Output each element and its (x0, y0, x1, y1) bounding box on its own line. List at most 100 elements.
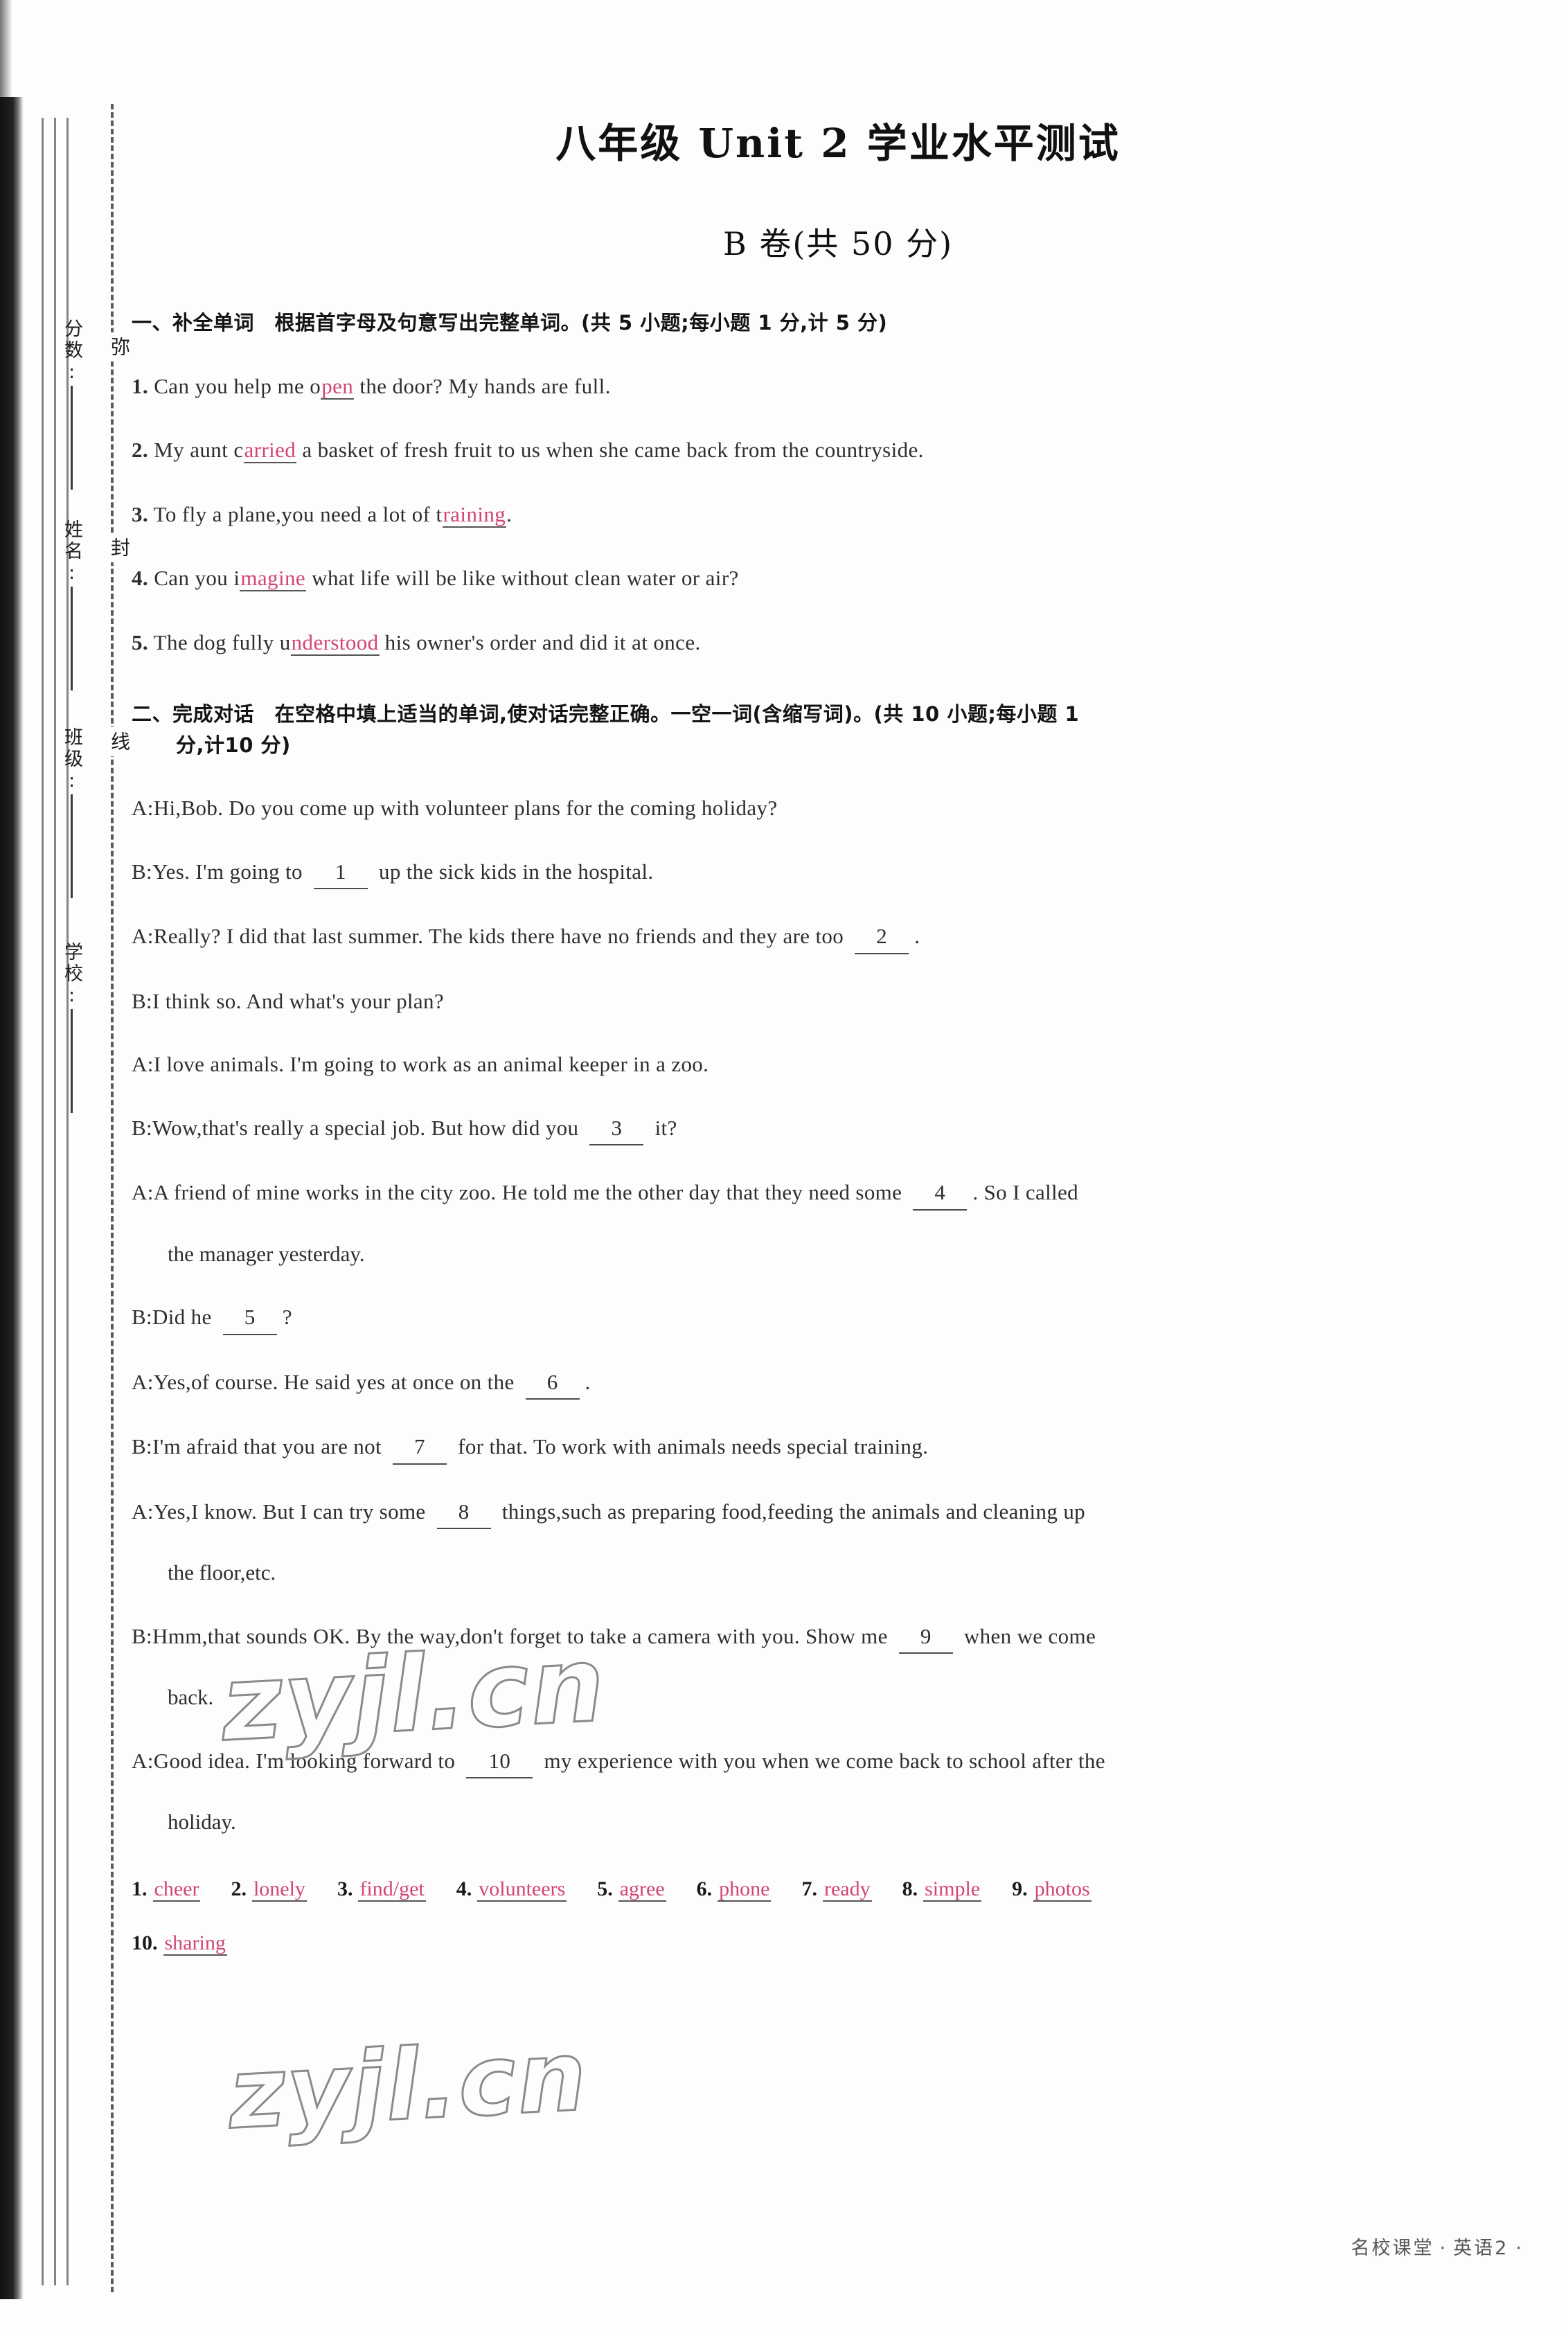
dialogue-line-1: B:Yes. I'm going to 1 up the sick kids i… (132, 856, 1544, 890)
question-4: 4. Can you imagine what life will be lik… (132, 562, 1544, 595)
question-3-text-before: To fly a plane,you need a lot of t (153, 501, 443, 526)
dialogue-line-0: A:Hi,Bob. Do you come up with volunteer … (132, 792, 1544, 825)
section-2-heading-main: 二、完成对话 在空格中填上适当的单词,使对话完整正确。一空一词(含缩写词)。(共… (132, 702, 1080, 726)
dialogue-line-7: B:Did he 5? (132, 1301, 1544, 1335)
answer-key-number-8: 8. (902, 1877, 918, 1900)
dialogue-text-6-post: . So I called (972, 1180, 1078, 1205)
question-3-answer: raining (442, 501, 507, 528)
question-1: 1. Can you help me open the door? My han… (132, 371, 1544, 403)
dialogue-line-5: B:Wow,that's really a special job. But h… (132, 1112, 1544, 1146)
question-4-text-after: what life will be like without clean wat… (306, 566, 739, 591)
dialogue-line-8: A:Yes,of course. He said yes at once on … (132, 1366, 1544, 1400)
question-3-number: 3. (132, 501, 149, 526)
dialogue-line-11: B:Hmm,that sounds OK. By the way,don't f… (132, 1621, 1544, 1654)
answer-key-value-7: ready (822, 1877, 872, 1902)
answer-key-value-6: phone (718, 1877, 772, 1902)
answer-key-item-3: 3. find/get (337, 1877, 426, 1902)
dialogue-text-9-post: for that. To work with animals needs spe… (452, 1434, 929, 1459)
dialogue-blank-8[interactable]: 8 (436, 1496, 491, 1530)
seal-word-mi: 弥 (105, 332, 133, 362)
answer-key-number-2: 2. (231, 1877, 247, 1900)
dialogue-text-9-pre: I'm afraid that you are not (152, 1434, 388, 1459)
question-4-text-before: Can you i (154, 566, 240, 591)
dialogue-text-3-pre: I think so. And what's your plan? (152, 988, 444, 1013)
dialogue-speaker-3: B: (132, 988, 152, 1013)
content-column: 八年级 Unit 2 学业水平测试 B 卷(共 50 分) 一、补全单词 根据首… (132, 0, 1544, 2329)
dialogue-speaker-9: B: (132, 1434, 152, 1459)
footer-brand: 名校课堂 (1351, 2238, 1434, 2259)
dialogue-text-0-pre: Hi,Bob. Do you come up with volunteer pl… (153, 796, 778, 821)
question-3: 3. To fly a plane,you need a lot of trai… (132, 499, 1544, 531)
answer-key-value-4: volunteers (477, 1877, 567, 1902)
dialogue-blank-1[interactable]: 1 (313, 856, 368, 890)
dialogue-speaker-6: A: (132, 1180, 154, 1205)
dialogue-line-12: A:Good idea. I'm looking forward to 10 m… (132, 1745, 1544, 1779)
dialogue-text-5-post: it? (649, 1115, 677, 1140)
margin-field-school-label: 学校: (61, 942, 82, 1009)
question-1-text-before: Can you help me o (154, 373, 321, 398)
question-5-number: 5. (132, 630, 149, 654)
margin-field-class-blank (71, 794, 73, 898)
footer-page-marker: · (1515, 2238, 1524, 2259)
dialogue-text-1-pre: Yes. I'm going to (152, 859, 308, 884)
answer-key-number-4: 4. (456, 1877, 472, 1900)
page-footer: 名校课堂 · 英语2 · (1351, 2233, 1524, 2260)
question-3-text-after: . (506, 501, 513, 526)
dialogue-text-12-post: my experience with you when we come back… (538, 1748, 1105, 1773)
section-2-heading: 二、完成对话 在空格中填上适当的单词,使对话完整正确。一空一词(含缩写词)。(共… (132, 699, 1544, 761)
dialogue-text-2-pre: Really? I did that last summer. The kids… (153, 924, 850, 949)
question-4-number: 4. (132, 566, 149, 591)
question-1-answer: pen (321, 373, 355, 400)
answer-key-number-3: 3. (337, 1877, 353, 1900)
dialogue-line-6: A:A friend of mine works in the city zoo… (132, 1177, 1544, 1211)
dialogue-speaker-10: A: (132, 1499, 154, 1524)
dialogue-text-11-post: when we come (958, 1623, 1096, 1648)
answer-key-value-2: lonely (251, 1877, 307, 1902)
dialogue-blank-10[interactable]: 10 (466, 1745, 533, 1779)
dialogue-blank-9[interactable]: 9 (898, 1621, 953, 1654)
dialogue-speaker-7: B: (132, 1305, 152, 1330)
dialogue-line-12-cont: holiday. (168, 1810, 236, 1835)
dialogue-line-4: A:I love animals. I'm going to work as a… (132, 1049, 1544, 1081)
section-2-heading-cont: 分,计10 分) (176, 733, 291, 758)
answer-key-number-10: 10. (132, 1931, 158, 1954)
footer-separator-dot: · (1439, 2238, 1448, 2259)
dialogue-text-10-pre: Yes,I know. But I can try some (153, 1499, 431, 1524)
dialogue-text-1-post: up the sick kids in the hospital. (373, 859, 654, 884)
dialogue-blank-5[interactable]: 5 (222, 1301, 277, 1335)
dialogue-line-11-cont: back. (168, 1685, 214, 1710)
footer-subject: 英语2 (1453, 2238, 1509, 2259)
dialogue-line-9: B:I'm afraid that you are not 7 for that… (132, 1431, 1544, 1465)
dialogue-blank-3[interactable]: 3 (589, 1112, 644, 1146)
margin-field-name: 姓名: (58, 519, 86, 690)
dialogue-line-2: A:Really? I did that last summer. The ki… (132, 920, 1544, 954)
dialogue-blank-6[interactable]: 6 (525, 1366, 580, 1400)
dialogue-line-3: B:I think so. And what's your plan? (132, 985, 1544, 1018)
question-1-number: 1. (132, 373, 149, 398)
question-2-text-before: My aunt c (154, 438, 244, 463)
dialogue-blank-2[interactable]: 2 (855, 920, 909, 954)
answer-key-item-1: 1. cheer (132, 1877, 201, 1902)
answer-key-item-8: 8. simple (902, 1877, 982, 1902)
question-2: 2. My aunt carried a basket of fresh fru… (132, 434, 1544, 467)
dialogue-speaker-12: A: (132, 1748, 154, 1773)
margin-field-class: 班级: (58, 727, 86, 898)
margin-field-class-label: 班级: (61, 727, 82, 794)
dialogue-speaker-0: A: (132, 796, 154, 821)
answer-key-value-9: photos (1033, 1877, 1092, 1902)
dialogue-speaker-5: B: (132, 1115, 152, 1140)
exam-page: 分数: 姓名: 班级: 学校: 弥 封 线 八年级 Unit 2 学业水平测试 … (0, 0, 1568, 2329)
dialogue-line-10-cont: the floor,etc. (168, 1560, 276, 1585)
question-5-text-before: The dog fully u (153, 630, 291, 654)
margin-field-score-blank (71, 386, 73, 490)
dialogue-speaker-4: A: (132, 1052, 154, 1077)
answer-key-value-1: cheer (152, 1877, 201, 1902)
dialogue-blank-4[interactable]: 4 (913, 1177, 968, 1211)
question-1-text-after: the door? My hands are full. (354, 373, 611, 398)
page-title: 八年级 Unit 2 学业水平测试 (555, 120, 1121, 167)
dialogue-blank-7[interactable]: 7 (393, 1431, 447, 1465)
section-1-heading: 一、补全单词 根据首字母及句意写出完整单词。(共 5 小题;每小题 1 分,计 … (132, 311, 888, 334)
left-margin-column: 分数: 姓名: 班级: 学校: 弥 封 线 (0, 104, 133, 2292)
answer-key-item-5: 5. agree (597, 1877, 666, 1902)
margin-field-score-label: 分数: (61, 319, 82, 386)
